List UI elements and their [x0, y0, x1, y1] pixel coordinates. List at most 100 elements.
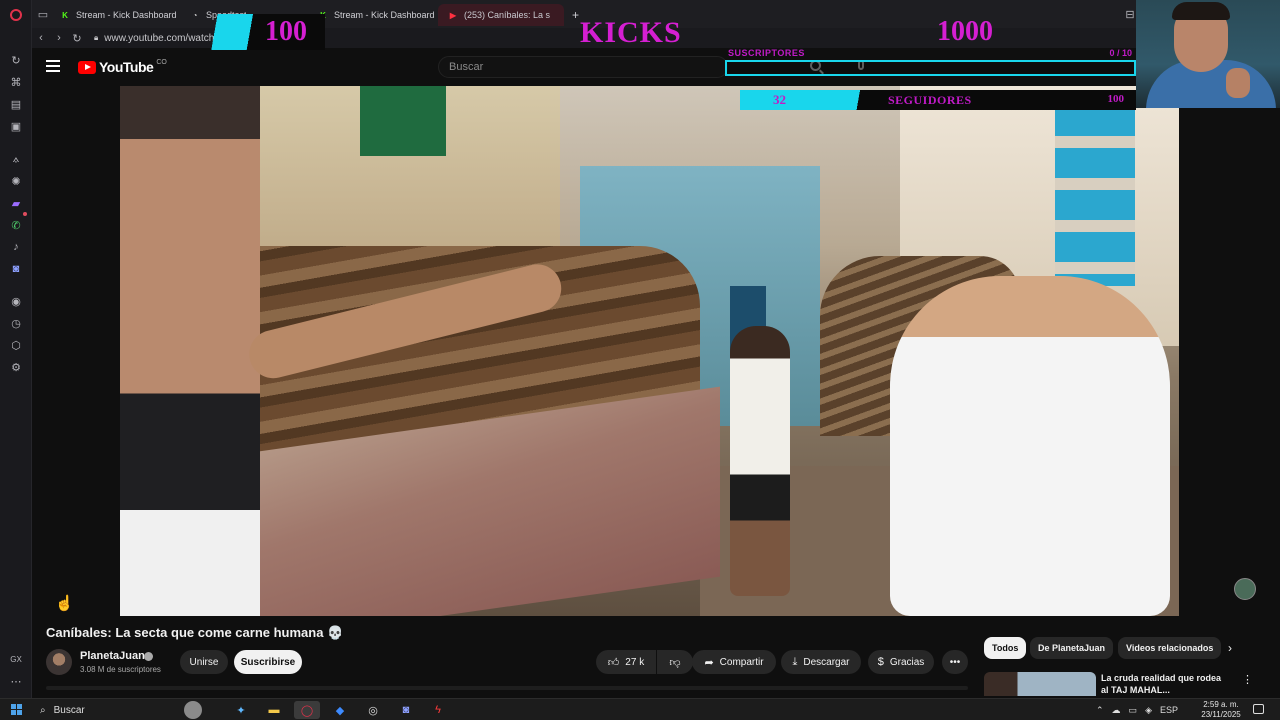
related-video-menu-icon[interactable]: ⋮	[1242, 673, 1253, 686]
tiktok-icon[interactable]: ♪	[9, 240, 23, 254]
kick-favicon-icon: K	[62, 10, 68, 20]
tab-kick-dashboard-1[interactable]: K Stream - Kick Dashboard	[50, 4, 180, 26]
video-player[interactable]	[120, 86, 1179, 616]
discord-icon[interactable]: ◙	[9, 262, 23, 276]
opera-gx-taskbar-icon[interactable]: ◯	[294, 701, 320, 719]
tab-manager-icon[interactable]: ▭	[36, 7, 50, 21]
back-icon[interactable]: ‹	[32, 32, 50, 44]
history-icon[interactable]: ◷	[9, 316, 23, 330]
taskbar-search-label: Buscar	[53, 704, 85, 716]
subs-label: SUSCRIPTORES	[728, 48, 805, 58]
channel-watermark-icon[interactable]	[1234, 578, 1256, 600]
more-actions-button[interactable]: •••	[942, 650, 968, 674]
youtube-play-logo-icon	[78, 60, 96, 74]
taskbar-avatar-icon[interactable]	[184, 701, 202, 719]
gamer-icon[interactable]: ▤	[9, 97, 23, 111]
speed-dial-icon[interactable]: ↻	[9, 53, 23, 67]
video-title: Caníbales: La secta que come carne human…	[46, 625, 344, 640]
kicks-goal: 1000	[937, 16, 993, 47]
channel-subscribers: 3.08 M de suscriptores	[80, 665, 161, 674]
app-diamond-icon[interactable]: ◆	[327, 701, 353, 719]
windows-start-icon[interactable]	[11, 704, 22, 715]
related-video-title[interactable]: La cruda realidad que rodea al TAJ MAHAL…	[1101, 672, 1231, 696]
followers-goal-overlay: 32 SEGUIDORES 100	[740, 90, 1136, 110]
kicks-title: KICKS	[580, 16, 682, 49]
youtube-logo[interactable]: YouTube CO	[78, 59, 167, 75]
forward-icon[interactable]: ›	[50, 32, 68, 44]
settings-icon[interactable]: ⚙	[9, 360, 23, 374]
join-button[interactable]: Unirse	[180, 650, 228, 674]
followers-current: 32	[773, 92, 786, 107]
dislike-button[interactable]: 👎︎	[657, 650, 693, 674]
extensions-icon[interactable]: ⬡	[9, 338, 23, 352]
sidebar-more-icon[interactable]: ⋯	[9, 674, 23, 688]
clock-date: 23/11/2025	[1201, 710, 1241, 719]
notifications-icon[interactable]	[1253, 704, 1264, 714]
youtube-logo-text: YouTube	[99, 59, 154, 75]
followers-label: SEGUIDORES	[888, 93, 972, 107]
followers-goal: 100	[1107, 93, 1125, 105]
download-button[interactable]: ⤓ Descargar	[781, 650, 861, 674]
thanks-icon: $	[877, 656, 884, 668]
thumbs-up-icon: 👍︎	[607, 656, 620, 669]
file-explorer-icon[interactable]: ▬	[261, 701, 287, 719]
followers-progress-fill	[740, 90, 867, 110]
like-button[interactable]: 👍︎ 27 k	[596, 650, 656, 674]
webcam-feed	[1136, 0, 1280, 108]
discord-taskbar-icon[interactable]: ◙	[393, 701, 419, 719]
ai-icon[interactable]: ✺	[9, 174, 23, 188]
webcam-hand	[1226, 68, 1250, 98]
search-placeholder: Buscar	[449, 61, 484, 73]
kick-icon[interactable]: ⟑	[9, 152, 23, 166]
chip-from-channel[interactable]: De PlanetaJuan	[1030, 637, 1114, 659]
taskbar-clock[interactable]: 2:59 a. m. 23/11/2025	[1198, 700, 1244, 720]
obs-icon[interactable]: ◎	[360, 701, 386, 719]
player-icon[interactable]: ◉	[9, 294, 23, 308]
webcam-hair	[1172, 2, 1230, 20]
url-field[interactable]: 🔒︎ www.youtube.com/watch	[94, 33, 214, 44]
download-label: Descargar	[803, 656, 850, 668]
lightning-app-icon[interactable]: ϟ	[425, 701, 451, 719]
copilot-icon[interactable]: ✦	[228, 701, 254, 719]
description-box-edge	[46, 686, 968, 690]
tray-battery-icon[interactable]: ▭	[1129, 705, 1138, 716]
channel-row: PlanetaJuan 3.08 M de suscriptores Unirs…	[46, 649, 976, 677]
reload-icon[interactable]: ↻	[68, 32, 86, 45]
video-frame-man-right	[890, 276, 1170, 616]
video-frame-presenter	[120, 86, 260, 616]
thanks-button[interactable]: $ Gracias	[868, 650, 934, 674]
tray-language[interactable]: ESP	[1160, 705, 1178, 715]
whatsapp-icon[interactable]: ✆	[9, 218, 23, 232]
tray-cloud-icon[interactable]: ☁	[1112, 705, 1121, 716]
workspaces-icon[interactable]: ⌘	[9, 75, 23, 89]
url-text: www.youtube.com/watch	[104, 32, 215, 44]
video-frame-kid	[730, 326, 790, 596]
search-input[interactable]: Buscar	[438, 56, 728, 78]
video-frame-balcony	[1055, 106, 1135, 286]
subs-goal-overlay: SUSCRIPTORES 0 / 10	[725, 48, 1136, 78]
related-video-thumbnail[interactable]	[984, 672, 1096, 696]
tab-label: Stream - Kick Dashboard	[76, 10, 177, 20]
browser-sidebar: ↻ ⌘ ▤ ▣ ⟑ ✺ ▰ ✆ ♪ ◙ ◉ ◷ ⬡ ⚙ GX ⋯	[0, 0, 32, 698]
chip-related[interactable]: Videos relacionados	[1118, 637, 1222, 659]
kicks-goal-overlay: 100 KICKS 1000	[205, 10, 1135, 50]
chip-next-icon[interactable]: ›	[1228, 641, 1232, 655]
channel-avatar[interactable]	[46, 649, 72, 675]
hamburger-menu-icon[interactable]	[46, 60, 60, 72]
twitch-badge	[23, 212, 27, 216]
channel-name[interactable]: PlanetaJuan	[80, 650, 145, 662]
subscribe-button[interactable]: Suscribirse	[234, 650, 302, 674]
search-icon: ⌕	[40, 704, 46, 716]
tray-shield-icon[interactable]: ◈	[1145, 705, 1152, 716]
gx-corner-icon[interactable]: ▣	[9, 119, 23, 133]
tray-chevron-icon[interactable]: ⌃	[1096, 705, 1104, 716]
windows-taskbar: ⌕ Buscar ✦ ▬ ◯ ◆ ◎ ◙ ϟ ⌃ ☁ ▭ ◈ ESP 2:59 …	[0, 698, 1280, 720]
share-button[interactable]: ➦ Compartir	[692, 650, 776, 674]
subs-progress-bar	[725, 60, 1136, 76]
mouse-cursor-icon: ☝	[55, 595, 74, 612]
twitch-icon[interactable]: ▰	[9, 196, 23, 210]
download-icon: ⤓	[792, 655, 798, 668]
chip-all[interactable]: Todos	[984, 637, 1027, 659]
thanks-label: Gracias	[889, 656, 925, 668]
opera-logo-icon[interactable]	[9, 8, 23, 22]
